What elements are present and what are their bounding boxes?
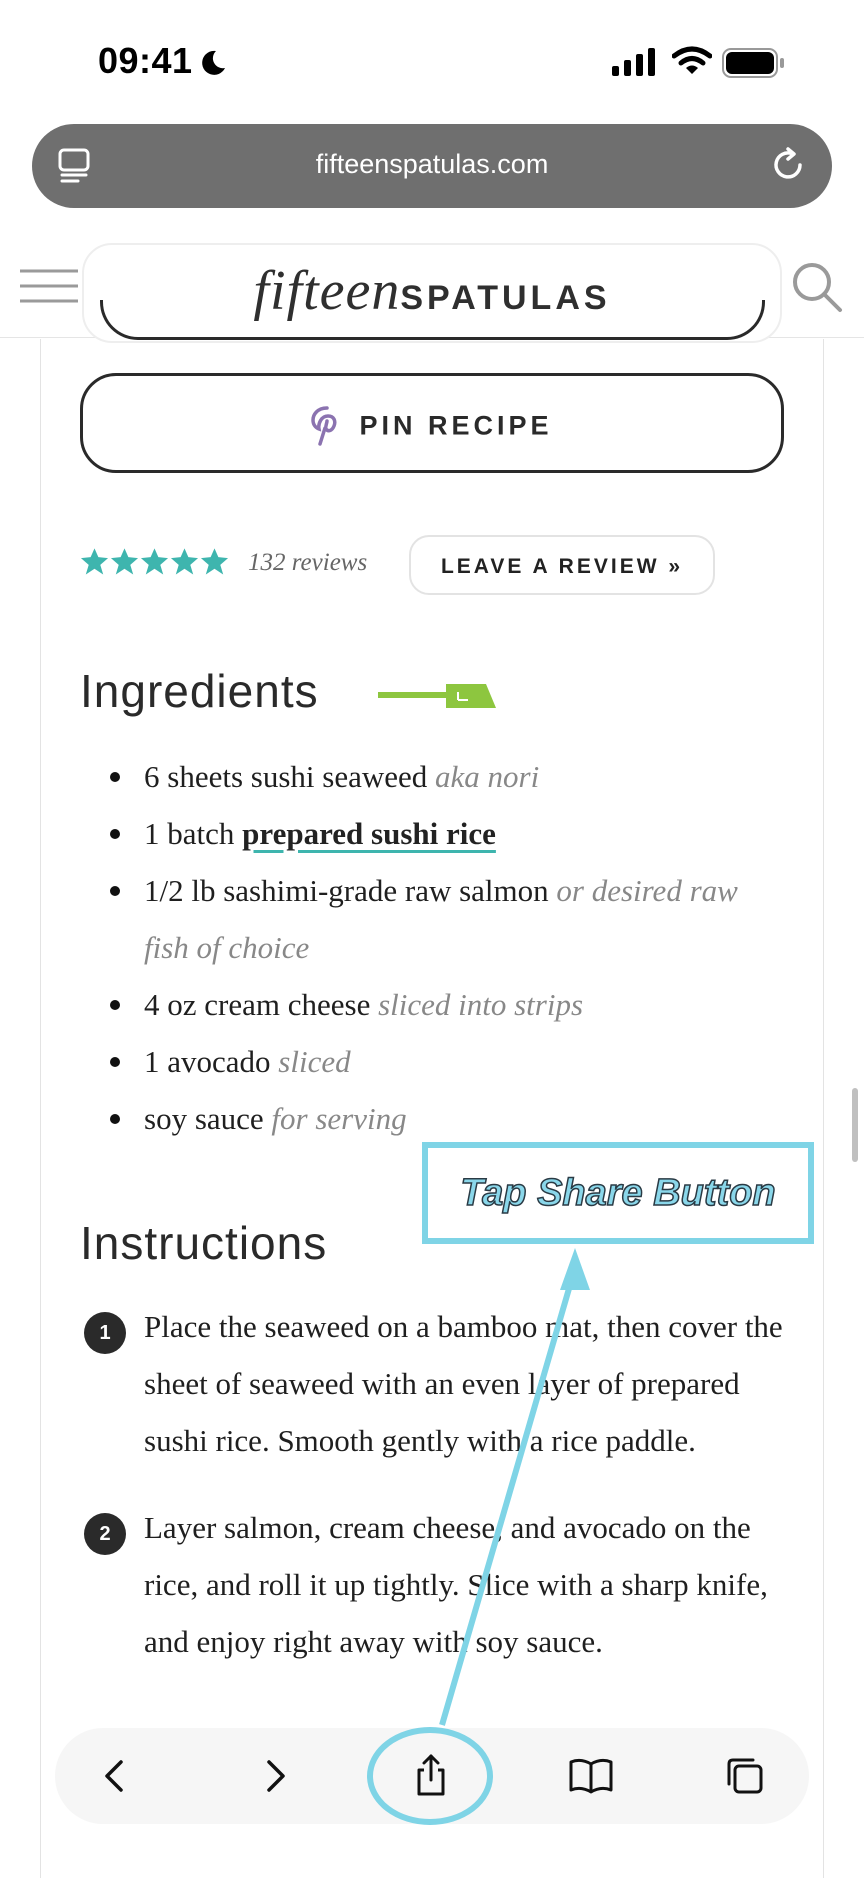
pin-recipe-button[interactable]: PIN RECIPE bbox=[80, 373, 784, 473]
tutorial-callout: Tap Share Button bbox=[422, 1142, 814, 1244]
status-time: 09:41 bbox=[98, 40, 193, 81]
status-bar: 09:41 bbox=[0, 0, 864, 120]
ingredient-note: aka nori bbox=[435, 759, 540, 794]
ingredient-text: 1 batch bbox=[144, 816, 243, 851]
wifi-icon bbox=[672, 46, 712, 74]
moon-icon bbox=[202, 50, 225, 75]
chevron-right-icon[interactable] bbox=[249, 1750, 301, 1802]
instruction-step: 1 Place the seaweed on a bamboo mat, the… bbox=[80, 1298, 800, 1469]
ingredient-item: 1 batch prepared sushi rice bbox=[110, 805, 790, 862]
ingredient-note: sliced bbox=[278, 1044, 351, 1079]
scroll-indicator[interactable] bbox=[852, 1088, 858, 1162]
leave-review-button[interactable]: LEAVE A REVIEW » bbox=[409, 535, 715, 595]
search-icon[interactable] bbox=[790, 260, 844, 314]
ingredient-note: sliced into strips bbox=[378, 987, 584, 1022]
bottom-toolbar bbox=[55, 1728, 809, 1824]
step-number-badge: 2 bbox=[84, 1513, 126, 1555]
share-icon[interactable] bbox=[405, 1750, 457, 1802]
ingredient-item: 1 avocado sliced bbox=[110, 1033, 790, 1090]
ingredient-text: 1 avocado bbox=[144, 1044, 279, 1079]
instruction-step: 2 Layer salmon, cream cheese, and avocad… bbox=[80, 1499, 800, 1670]
ingredient-text: 1/2 lb sashimi-grade raw salmon bbox=[144, 873, 557, 908]
ingredient-item: 1/2 lb sashimi-grade raw salmon or desir… bbox=[110, 862, 790, 976]
cellular-signal-icon bbox=[612, 48, 655, 76]
instructions-heading: Instructions bbox=[80, 1217, 328, 1269]
ingredient-text: 4 oz cream cheese bbox=[144, 987, 379, 1022]
hamburger-menu-icon[interactable] bbox=[20, 268, 80, 308]
step-text: Layer salmon, cream cheese, and avocado … bbox=[144, 1510, 768, 1659]
tutorial-callout-text: Tap Share Button bbox=[460, 1171, 777, 1215]
star-icon[interactable] bbox=[80, 547, 109, 575]
step-text: Place the seaweed on a bamboo mat, then … bbox=[144, 1309, 783, 1458]
ingredient-item: soy sauce for serving bbox=[110, 1090, 790, 1147]
battery-icon bbox=[722, 48, 784, 78]
star-icon[interactable] bbox=[170, 547, 199, 575]
prepared-sushi-rice-link[interactable]: prepared sushi rice bbox=[242, 816, 496, 851]
ingredient-text: soy sauce bbox=[144, 1101, 272, 1136]
ingredient-item: 4 oz cream cheese sliced into strips bbox=[110, 976, 790, 1033]
ingredient-note: for serving bbox=[271, 1101, 407, 1136]
url-text[interactable]: fifteenspatulas.com bbox=[32, 149, 832, 180]
spatula-icon bbox=[378, 684, 496, 708]
star-icon[interactable] bbox=[200, 547, 229, 575]
chevron-left-icon[interactable] bbox=[89, 1750, 141, 1802]
pin-recipe-label: PIN RECIPE bbox=[359, 410, 553, 441]
book-icon[interactable] bbox=[565, 1750, 617, 1802]
review-count: 132 reviews bbox=[248, 549, 368, 576]
ingredient-item: 6 sheets sushi seaweed aka nori bbox=[110, 748, 790, 805]
star-rating[interactable] bbox=[80, 547, 230, 580]
reload-icon[interactable] bbox=[770, 147, 806, 183]
star-icon[interactable] bbox=[140, 547, 169, 575]
step-number-badge: 1 bbox=[84, 1312, 126, 1354]
address-bar[interactable]: fifteenspatulas.com bbox=[32, 124, 832, 208]
ingredient-text: 6 sheets sushi seaweed bbox=[144, 759, 435, 794]
pinterest-icon bbox=[311, 406, 337, 446]
print-button-edge[interactable] bbox=[100, 300, 765, 340]
ingredients-list: 6 sheets sushi seaweed aka nori 1 batch … bbox=[110, 748, 790, 1147]
ingredients-heading: Ingredients bbox=[80, 665, 319, 717]
star-icon[interactable] bbox=[110, 547, 139, 575]
tabs-icon[interactable] bbox=[719, 1750, 771, 1802]
instructions-list: 1 Place the seaweed on a bamboo mat, the… bbox=[80, 1298, 800, 1700]
